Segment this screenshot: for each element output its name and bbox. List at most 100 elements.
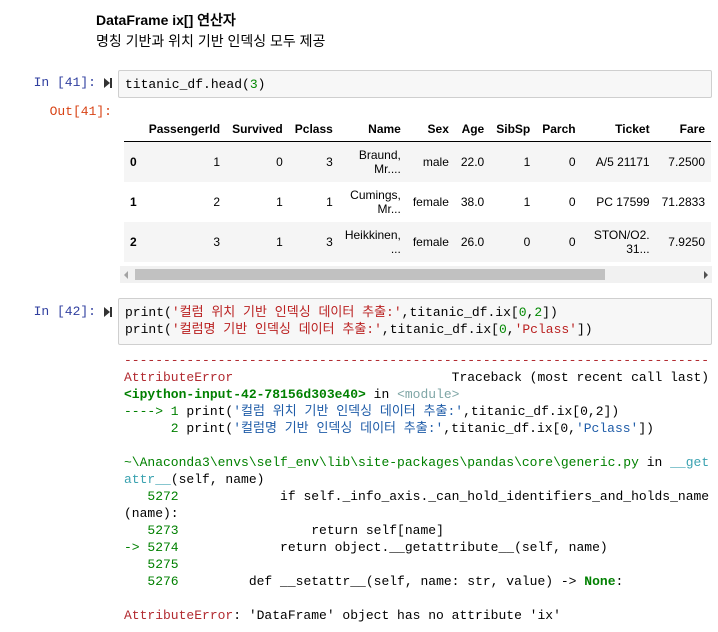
code-token: : 'DataFrame' object has no attribute 'i… <box>233 608 561 623</box>
traceback-line: -> 5274 return object.__getattribute__(s… <box>124 539 709 556</box>
code-token: 'Pclass' <box>514 322 577 337</box>
code-token: (self, name) <box>170 472 265 487</box>
code-token: <module> <box>397 387 460 402</box>
code-token: : <box>615 574 624 589</box>
traceback-line: 5275 <box>124 556 709 573</box>
markdown-cell: DataFrame ix[] 연산자 명칭 기반과 위치 기반 인덱싱 모두 제… <box>96 10 325 52</box>
column-header: Fare <box>655 116 711 142</box>
prompt-in-41: In [41]: <box>33 75 96 90</box>
row-index: 0 <box>130 155 137 169</box>
code-token: , <box>506 322 515 337</box>
table-cell: A/5 21171 <box>595 155 650 169</box>
table-cell: 71.2833 <box>661 195 705 209</box>
run-cell-icon[interactable] <box>104 78 112 88</box>
run-cell-icon[interactable] <box>104 307 112 317</box>
code-token: ,titanic_df.ix[0,2]) <box>463 404 620 419</box>
table-cell: 0 <box>523 235 531 249</box>
code-token: 5272 <box>124 489 187 504</box>
table-cell: 1 <box>213 155 221 169</box>
table-cell: 3 <box>213 235 221 249</box>
column-header: Age <box>454 116 491 142</box>
table-cell: female <box>412 235 449 249</box>
table-cell: STON/O2. 31... <box>593 228 650 256</box>
code-token: print( <box>186 421 234 436</box>
table-cell: 1 <box>523 195 531 209</box>
column-header: Name <box>338 116 407 142</box>
table-cell: 2 <box>213 195 221 209</box>
traceback-line: 2 print('컬럼명 기반 인덱싱 데이터 추출:',titanic_df.… <box>124 420 709 437</box>
scroll-right-icon[interactable] <box>704 271 708 279</box>
table-cell: 0 <box>568 155 576 169</box>
row-index: 1 <box>130 195 137 209</box>
code-token: 2 <box>534 305 543 320</box>
markdown-subtitle: 명칭 기반과 위치 기반 인덱싱 모두 제공 <box>96 33 326 49</box>
table-cell: 7.2500 <box>668 155 705 169</box>
table-cell: 1 <box>276 195 283 209</box>
code-token: ,titanic_df.ix[ <box>401 305 519 320</box>
code-token: '컬럼 위치 기반 인덱싱 데이터 추출:' <box>171 305 402 320</box>
code-input-42[interactable]: print('컬럼 위치 기반 인덱싱 데이터 추출:',titanic_df.… <box>118 298 712 345</box>
code-line: print('컬럼명 기반 인덱싱 데이터 추출:',titanic_df.ix… <box>125 321 705 338</box>
traceback-line: (name): <box>124 505 709 522</box>
column-header: Parch <box>536 116 582 142</box>
code-token: ]) <box>576 322 593 337</box>
table-cell: Cumings, Mr... <box>350 188 401 216</box>
traceback-line: AttributeError Traceback (most recent ca… <box>124 369 709 386</box>
table-cell: 26.0 <box>460 235 485 249</box>
traceback-line: ----> 1 print('컬럼 위치 기반 인덱싱 데이터 추출:',tit… <box>124 403 709 420</box>
markdown-title: DataFrame ix[] 연산자 <box>96 12 236 28</box>
table-cell: 22.0 <box>460 155 485 169</box>
table-cell: 3 <box>326 155 333 169</box>
code-token: ----------------------------------------… <box>124 353 710 368</box>
horizontal-scrollbar[interactable] <box>120 266 712 283</box>
traceback-line: ~\Anaconda3\envs\self_env\lib\site-packa… <box>124 454 709 471</box>
code-token: ,titanic_df.ix[ <box>381 322 499 337</box>
code-line: print('컬럼 위치 기반 인덱싱 데이터 추출:',titanic_df.… <box>125 304 705 321</box>
table-row: 2 3 1 3 Heikkinen, ... female 26.0 0 0 STON/O2. 3… <box>124 222 711 262</box>
table-row: 1 2 1 1 Cumings, Mr... female 38.0 1 0 PC 17599 71… <box>124 182 711 222</box>
table-cell: 0 <box>568 235 576 249</box>
table-cell: male <box>422 155 449 169</box>
code-token: print( <box>125 305 172 320</box>
traceback-line: 5276 def __setattr__(self, name: str, va… <box>124 573 709 590</box>
prompt-out-41: Out[41]: <box>49 104 112 119</box>
table-cell: Braund, Mr.... <box>358 148 401 176</box>
code-token: 0 <box>498 322 507 337</box>
code-token: 5276 <box>124 574 187 589</box>
column-header <box>124 116 143 142</box>
table-cell: female <box>412 195 449 209</box>
code-input-41[interactable]: titanic_df.head(3) <box>118 70 712 98</box>
code-token: '컬럼명 기반 인덱싱 데이터 추출:' <box>233 421 444 436</box>
table-cell: Heikkinen, ... <box>344 228 401 256</box>
row-index: 2 <box>130 235 137 249</box>
traceback-line: attr__(self, name) <box>124 471 709 488</box>
code-token: 'Pclass' <box>575 421 639 436</box>
code-token: ]) <box>542 305 558 320</box>
code-token: ----> 1 <box>124 404 187 419</box>
code-token: '컬럼 위치 기반 인덱싱 데이터 추출:' <box>233 404 464 419</box>
table-cell: PC 17599 <box>596 195 650 209</box>
code-token: ~\Anaconda3\envs\self_env\lib\site-packa… <box>124 455 639 470</box>
table-cell: 3 <box>326 235 333 249</box>
scrollbar-thumb[interactable] <box>135 269 605 280</box>
table-cell: 1 <box>523 155 531 169</box>
column-header: Pclass <box>288 116 339 142</box>
code-token: None <box>584 574 616 589</box>
table-row: 0 1 0 3 Braund, Mr.... male 22.0 1 0 A/5 21171 7.2… <box>124 141 711 182</box>
code-token: def __setattr__(self, name: str, value) … <box>186 574 585 589</box>
code-token: 3 <box>249 77 258 92</box>
code-token: <ipython-input-42-78156d303e40> <box>124 387 366 402</box>
dataframe-table: PassengerId Survived Pclass Name Sex Age SibSp… <box>124 116 711 262</box>
code-token: Traceback (most recent call last) <box>233 370 710 385</box>
traceback-line: 5273 return self[name] <box>124 522 709 539</box>
code-token: 5275 <box>124 557 187 572</box>
code-token: -> 5274 <box>124 540 187 555</box>
column-header: Ticket <box>581 116 656 142</box>
column-header: PassengerId <box>142 116 227 142</box>
table-cell: 7.9250 <box>668 235 705 249</box>
prompt-in-42: In [42]: <box>33 304 96 319</box>
table-cell: 0 <box>568 195 576 209</box>
code-token: 0 <box>518 305 527 320</box>
traceback-line: AttributeError: 'DataFrame' object has n… <box>124 607 709 624</box>
scroll-left-icon[interactable] <box>124 271 128 279</box>
